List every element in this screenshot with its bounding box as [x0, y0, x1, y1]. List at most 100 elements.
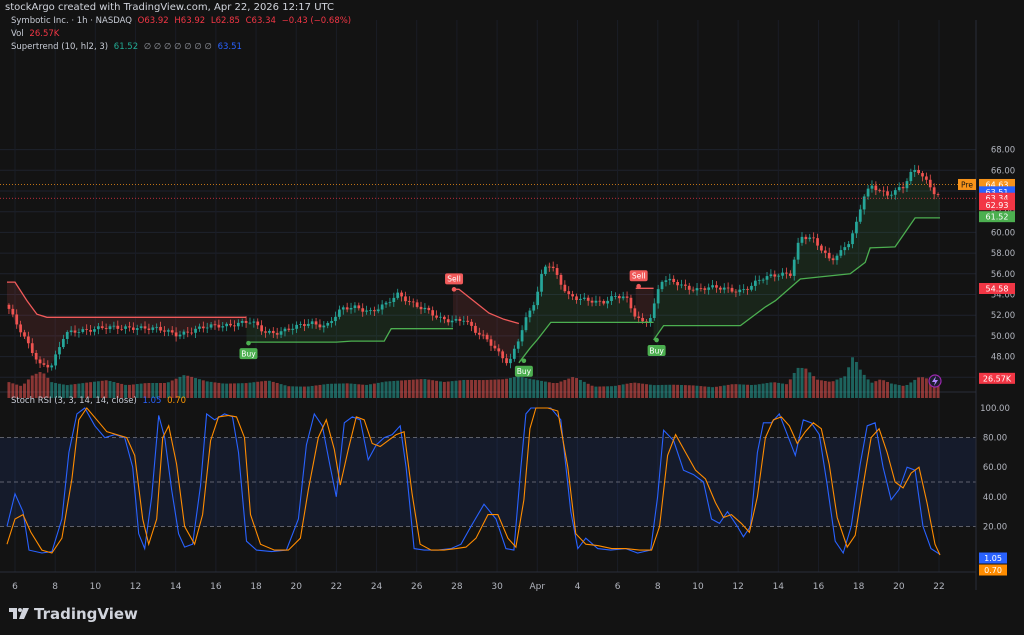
candle-body[interactable]: [373, 310, 376, 312]
candle-body[interactable]: [186, 331, 190, 333]
candle-body[interactable]: [897, 187, 901, 191]
candle-body[interactable]: [847, 244, 851, 248]
candle-body[interactable]: [505, 358, 508, 364]
candle-body[interactable]: [30, 343, 34, 353]
candle-body[interactable]: [143, 326, 147, 329]
candle-body[interactable]: [384, 302, 388, 305]
candle-body[interactable]: [536, 291, 540, 306]
candle-body[interactable]: [42, 363, 46, 365]
candle-body[interactable]: [466, 320, 470, 322]
candle-body[interactable]: [7, 304, 11, 309]
candle-body[interactable]: [54, 354, 57, 366]
candle-body[interactable]: [516, 341, 520, 349]
candle-body[interactable]: [46, 364, 50, 368]
candle-body[interactable]: [917, 169, 920, 174]
candle-body[interactable]: [73, 330, 77, 333]
candle-body[interactable]: [839, 250, 843, 256]
candle-body[interactable]: [442, 316, 446, 320]
candle-body[interactable]: [392, 297, 396, 303]
candle-body[interactable]: [108, 326, 112, 330]
candle-body[interactable]: [676, 282, 679, 286]
candle-body[interactable]: [575, 296, 578, 300]
candle-body[interactable]: [174, 332, 178, 337]
candle-body[interactable]: [462, 320, 466, 322]
candle-body[interactable]: [874, 185, 878, 191]
candle-body[interactable]: [893, 190, 897, 195]
candle-body[interactable]: [291, 328, 295, 330]
candle-body[interactable]: [579, 298, 582, 300]
candle-body[interactable]: [225, 323, 229, 327]
candle-body[interactable]: [598, 300, 602, 302]
candle-body[interactable]: [15, 314, 19, 325]
candle-body[interactable]: [50, 365, 54, 368]
candle-body[interactable]: [664, 280, 668, 282]
candle-body[interactable]: [621, 296, 625, 299]
candle-body[interactable]: [423, 307, 427, 310]
candle-body[interactable]: [159, 326, 162, 331]
candle-body[interactable]: [470, 321, 473, 326]
candle-body[interactable]: [58, 347, 61, 355]
candle-body[interactable]: [610, 296, 613, 301]
candle-body[interactable]: [769, 274, 773, 277]
candle-body[interactable]: [606, 300, 609, 304]
candle-body[interactable]: [380, 304, 384, 310]
candle-body[interactable]: [734, 291, 738, 293]
candle-body[interactable]: [419, 306, 423, 310]
candle-body[interactable]: [209, 324, 213, 328]
candle-body[interactable]: [131, 327, 135, 330]
candle-body[interactable]: [625, 296, 629, 298]
candle-body[interactable]: [555, 268, 559, 275]
candle-body[interactable]: [264, 331, 267, 333]
candle-body[interactable]: [855, 221, 858, 234]
candle-body[interactable]: [349, 308, 353, 310]
candle-body[interactable]: [244, 320, 248, 323]
candle-body[interactable]: [271, 330, 275, 334]
candle-body[interactable]: [711, 285, 714, 288]
candle-body[interactable]: [858, 209, 862, 222]
candle-body[interactable]: [485, 334, 489, 340]
candle-body[interactable]: [376, 309, 380, 312]
candle-body[interactable]: [656, 289, 660, 304]
candle-body[interactable]: [404, 296, 407, 302]
candle-body[interactable]: [792, 259, 796, 276]
candle-body[interactable]: [641, 317, 644, 322]
candle-body[interactable]: [785, 272, 788, 274]
candle-body[interactable]: [481, 334, 485, 336]
candle-body[interactable]: [726, 287, 730, 289]
candle-body[interactable]: [260, 325, 263, 332]
candle-body[interactable]: [699, 288, 703, 289]
candle-body[interactable]: [365, 310, 368, 312]
candle-body[interactable]: [509, 358, 512, 364]
candle-body[interactable]: [322, 325, 326, 328]
candle-body[interactable]: [835, 255, 839, 261]
candle-body[interactable]: [295, 324, 298, 329]
candle-body[interactable]: [540, 274, 543, 292]
candle-body[interactable]: [928, 179, 932, 188]
candle-body[interactable]: [151, 327, 155, 330]
candle-body[interactable]: [124, 326, 127, 329]
candle-body[interactable]: [512, 348, 516, 359]
candle-body[interactable]: [843, 247, 847, 251]
candle-body[interactable]: [707, 287, 711, 290]
candle-body[interactable]: [886, 191, 889, 196]
candle-body[interactable]: [913, 169, 917, 172]
candle-body[interactable]: [65, 332, 69, 339]
stoch-rsi-legend[interactable]: Stoch RSI (3, 3, 14, 14, close) 1.05 0.7…: [11, 396, 189, 406]
candle-body[interactable]: [773, 274, 777, 277]
candle-body[interactable]: [870, 185, 874, 189]
candle-body[interactable]: [338, 309, 341, 317]
candle-body[interactable]: [827, 252, 831, 259]
candle-body[interactable]: [116, 325, 120, 329]
candle-body[interactable]: [314, 321, 318, 325]
candle-body[interactable]: [672, 278, 676, 283]
candle-body[interactable]: [812, 237, 816, 239]
volume-legend[interactable]: Vol 26.57K: [11, 29, 62, 39]
candle-body[interactable]: [248, 322, 252, 324]
candle-body[interactable]: [236, 322, 240, 327]
candle-body[interactable]: [691, 289, 695, 291]
candle-body[interactable]: [34, 352, 38, 360]
candle-body[interactable]: [746, 289, 749, 290]
candle-body[interactable]: [866, 188, 870, 197]
candle-body[interactable]: [62, 338, 65, 348]
candle-body[interactable]: [477, 332, 481, 335]
